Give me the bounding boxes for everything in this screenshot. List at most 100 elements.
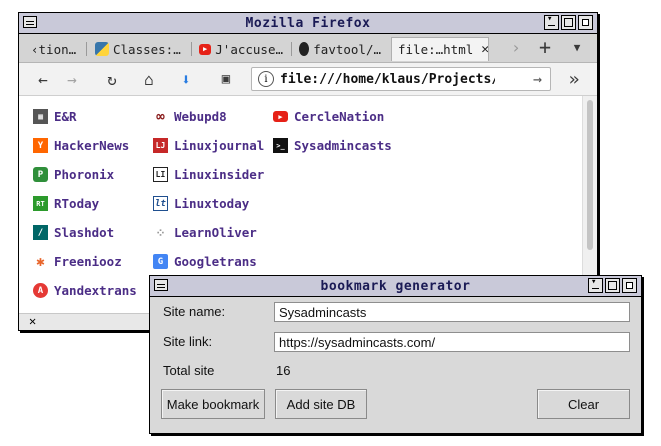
bookmark-label[interactable]: HackerNews [54,138,129,153]
dialog-title: bookmark generator [320,278,471,294]
bookmark-label[interactable]: Webupd8 [174,109,227,124]
tab-label: ‹tion… [31,41,77,57]
bookmarks-icon[interactable]: ▣ [216,69,236,89]
total-site-value: 16 [276,363,291,378]
bookmark-rtoday[interactable]: RT RToday [33,196,99,211]
bookmark-label[interactable]: CercleNation [294,109,384,124]
firefox-window-title: Mozilla Firefox [245,15,371,31]
googletrans-icon: G [153,254,168,269]
tab-label: file:…html [398,42,474,57]
downloads-icon[interactable]: ⬇ [176,69,196,89]
bookmark-label[interactable]: Freeniooz [54,254,122,269]
new-tab-icon[interactable]: + [535,35,555,59]
bookmark-er[interactable]: ▦ E&R [33,109,77,124]
terminal-icon: >_ [273,138,288,153]
learnoliver-icon: ⁘ [155,225,166,240]
bookmark-label[interactable]: Googletrans [174,254,257,269]
tab-separator [86,42,87,56]
list-all-tabs-icon[interactable]: ▼ [567,37,587,57]
minimize-button[interactable] [588,277,603,293]
scrollbar-thumb[interactable] [587,100,593,250]
firefox-titlebar[interactable]: Mozilla Firefox [19,13,597,34]
navigation-toolbar: ← → ↻ ⌂ ⬇ ▣ i file:///home/klaus/Project… [19,63,597,96]
site-link-label: Site link: [163,334,213,349]
url-bar[interactable]: i file:///home/klaus/Projects/in → [251,67,551,91]
youtube-icon: ▶ [199,43,212,55]
total-site-label: Total site [163,363,215,378]
bookmark-hackernews[interactable]: Y HackerNews [33,138,129,153]
dialog-body: Site name: Sysadmincasts Site link: http… [150,297,641,433]
close-button[interactable] [578,15,593,30]
tab-2[interactable]: Classes:… [89,37,189,61]
bookmark-sysadmincasts[interactable]: >_ Sysadmincasts [273,138,392,153]
back-icon[interactable]: ← [33,69,53,89]
tab-3[interactable]: ▶ J'accuse… [193,37,289,61]
overflow-menu-icon[interactable]: » [564,69,584,90]
linuxinsider-icon: LI [153,167,168,182]
bookmark-label[interactable]: Phoronix [54,167,114,182]
url-text[interactable]: file:///home/klaus/Projects/in [280,72,495,87]
scroll-tabs-right-icon[interactable]: › [506,37,526,57]
bookmark-cerclenation[interactable]: ▶ CercleNation [273,109,384,124]
maximize-button[interactable] [605,278,620,293]
bookmark-generator-window: bookmark generator Site name: Sysadminca… [149,275,642,434]
make-bookmark-button[interactable]: Make bookmark [161,389,265,419]
bookmark-yandextrans[interactable]: A Yandextrans [33,283,137,298]
go-arrow-icon[interactable]: → [533,70,542,88]
bookmark-label[interactable]: Sysadmincasts [294,138,392,153]
close-button[interactable] [622,278,637,293]
add-site-db-button[interactable]: Add site DB [275,389,367,419]
bookmark-label[interactable]: LearnOliver [174,225,257,240]
close-findbar-icon[interactable]: ✕ [29,314,36,328]
python-icon [95,42,109,56]
bookmark-label[interactable]: Slashdot [54,225,114,240]
close-tab-icon[interactable]: ✕ [481,42,488,57]
bookmark-linuxtoday[interactable]: lt Linuxtoday [153,196,249,211]
bookmark-freeniooz[interactable]: ✱ Freeniooz [33,253,122,270]
site-link-input[interactable]: https://sysadmincasts.com/ [274,332,630,352]
tab-5-active[interactable]: file:…html ✕ [391,37,489,61]
webupd8-icon: ∞ [156,108,165,125]
tab-separator [191,42,192,56]
er-icon: ▦ [33,109,48,124]
bookmark-phoronix[interactable]: P Phoronix [33,167,114,182]
site-name-input[interactable]: Sysadmincasts [274,302,630,322]
maximize-button[interactable] [561,15,576,30]
info-icon[interactable]: i [258,71,274,87]
clear-button[interactable]: Clear [537,389,630,419]
home-icon[interactable]: ⌂ [139,69,159,89]
linuxjournal-icon: LJ [153,138,168,153]
forward-icon[interactable]: → [62,69,82,89]
tab-1[interactable]: ‹tion… [25,37,83,61]
bookmark-label[interactable]: Linuxinsider [174,167,264,182]
bookmark-label[interactable]: Linuxtoday [174,196,249,211]
bookmark-learnoliver[interactable]: ⁘ LearnOliver [153,225,257,240]
tab-strip: ‹tion… Classes:… ▶ J'accuse… favtool/… f… [19,34,597,63]
dialog-titlebar[interactable]: bookmark generator [150,276,641,297]
bookmark-label[interactable]: Linuxjournal [174,138,264,153]
bookmark-label[interactable]: Yandextrans [54,283,137,298]
minimize-button[interactable] [544,14,559,30]
bookmark-webupd8[interactable]: ∞ Webupd8 [153,108,227,125]
freeniooz-icon: ✱ [36,253,45,270]
yandex-icon: A [33,283,48,298]
linuxtoday-icon: lt [153,196,168,211]
tab-label: J'accuse… [215,41,283,57]
bookmark-label[interactable]: E&R [54,109,77,124]
github-icon [299,42,310,56]
hackernews-icon: Y [33,138,48,153]
bookmark-linuxjournal[interactable]: LJ Linuxjournal [153,138,264,153]
tab-separator [291,42,292,56]
youtube-icon: ▶ [273,111,288,122]
slashdot-icon: / [33,225,48,240]
rt-icon: RT [33,196,48,211]
bookmark-label[interactable]: RToday [54,196,99,211]
tab-label: Classes:… [113,41,181,57]
phoronix-icon: P [33,167,48,182]
bookmark-slashdot[interactable]: / Slashdot [33,225,114,240]
bookmark-googletrans[interactable]: G Googletrans [153,254,257,269]
bookmark-linuxinsider[interactable]: LI Linuxinsider [153,167,264,182]
tab-4[interactable]: favtool/… [293,37,387,61]
tab-label: favtool/… [313,41,381,57]
reload-icon[interactable]: ↻ [102,69,122,89]
